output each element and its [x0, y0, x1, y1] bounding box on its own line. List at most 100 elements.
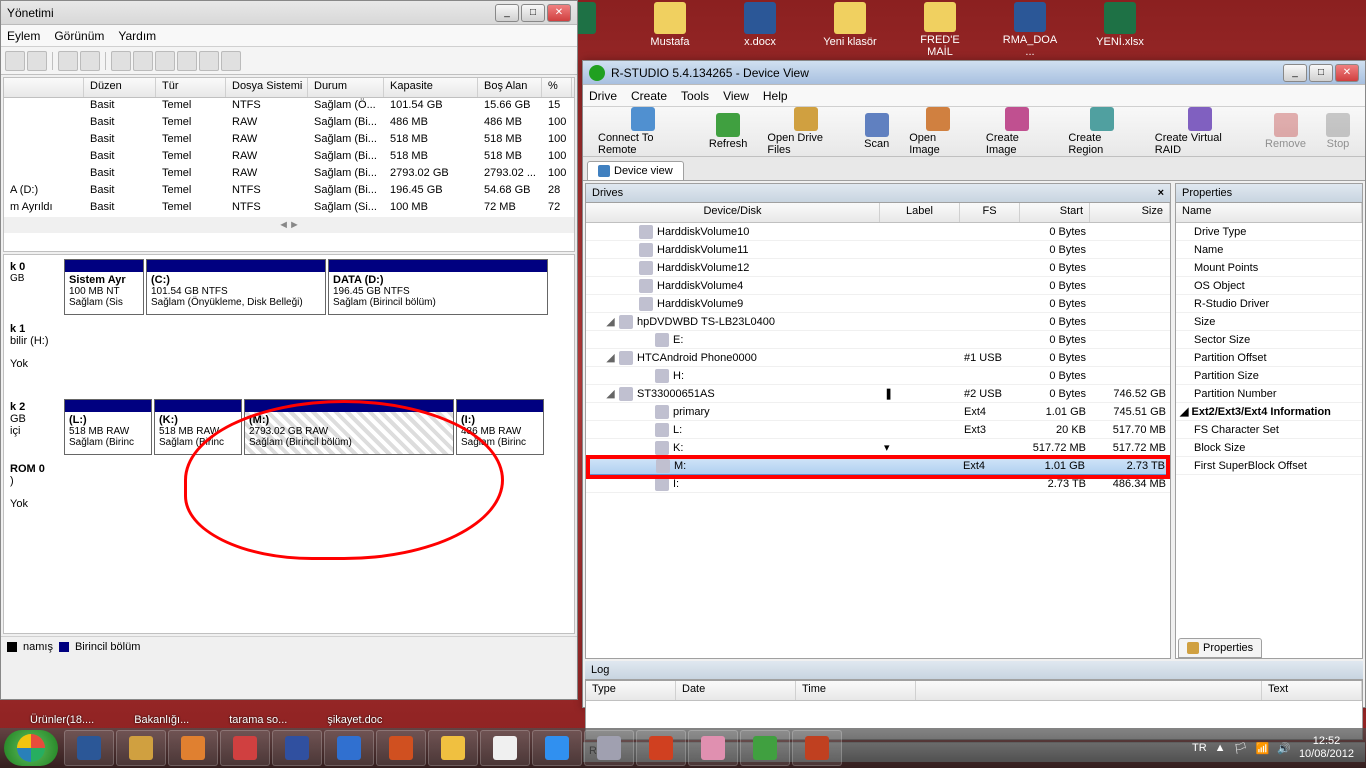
property-row[interactable]: Partition Number — [1176, 385, 1362, 403]
drive-row[interactable]: M:Ext41.01 GB2.73 TB — [586, 457, 1170, 475]
property-row[interactable]: ◢ Ext2/Ext3/Ext4 Information — [1176, 403, 1362, 421]
maximize-button[interactable]: □ — [1309, 64, 1333, 82]
menu-item[interactable]: Görünüm — [54, 29, 104, 43]
tab-device-view[interactable]: Device view — [587, 161, 684, 180]
column-header[interactable]: Date — [676, 681, 796, 700]
menu-item[interactable]: Drive — [589, 89, 617, 103]
column-header[interactable]: Düzen — [84, 78, 156, 97]
table-row[interactable]: m AyrıldıBasitTemelNTFSSağlam (Si...100 … — [4, 200, 574, 217]
property-row[interactable]: Block Size — [1176, 439, 1362, 457]
language-indicator[interactable]: TR — [1192, 742, 1207, 754]
close-icon[interactable]: × — [1158, 187, 1164, 199]
drive-row[interactable]: HarddiskVolume90 Bytes — [586, 295, 1170, 313]
taskbar-item[interactable] — [116, 730, 166, 766]
column-header[interactable]: Type — [586, 681, 676, 700]
desktop-icon[interactable]: RMA_DOA ... — [1000, 2, 1060, 58]
column-header[interactable] — [4, 78, 84, 97]
drive-row[interactable]: HarddiskVolume40 Bytes — [586, 277, 1170, 295]
toolbar-icon[interactable] — [111, 51, 131, 71]
drive-row[interactable]: ◢ST33000651AS❚#2 USB0 Bytes746.52 GB — [586, 385, 1170, 403]
drive-row[interactable]: HarddiskVolume120 Bytes — [586, 259, 1170, 277]
property-row[interactable]: First SuperBlock Offset — [1176, 457, 1362, 475]
property-row[interactable]: R-Studio Driver — [1176, 295, 1362, 313]
table-row[interactable]: BasitTemelRAWSağlam (Bi...2793.02 GB2793… — [4, 166, 574, 183]
toolbar-icon[interactable] — [133, 51, 153, 71]
drive-row[interactable]: I:2.73 TB486.34 MB — [586, 475, 1170, 493]
taskbar-item[interactable] — [428, 730, 478, 766]
toolbar-icon[interactable] — [5, 51, 25, 71]
toolbar-button[interactable]: Open Image — [900, 104, 975, 159]
taskbar-item[interactable] — [220, 730, 270, 766]
clock[interactable]: 12:52 10/08/2012 — [1299, 735, 1354, 761]
property-row[interactable]: Partition Offset — [1176, 349, 1362, 367]
properties-tab[interactable]: Properties — [1178, 638, 1262, 658]
property-row[interactable]: Drive Type — [1176, 223, 1362, 241]
toolbar-icon[interactable] — [58, 51, 78, 71]
partition[interactable]: (M:)2793.02 GB RAWSağlam (Birincil bölüm… — [244, 399, 454, 455]
column-header[interactable]: Kapasite — [384, 78, 478, 97]
taskbar-item[interactable] — [324, 730, 374, 766]
column-header[interactable]: Time — [796, 681, 916, 700]
toolbar-icon[interactable] — [80, 51, 100, 71]
scrollbar[interactable] — [4, 217, 574, 233]
desktop-icon[interactable]: x.docx — [730, 2, 790, 58]
drive-row[interactable]: HarddiskVolume110 Bytes — [586, 241, 1170, 259]
close-button[interactable]: ✕ — [547, 4, 571, 22]
property-row[interactable]: Partition Size — [1176, 367, 1362, 385]
property-row[interactable]: OS Object — [1176, 277, 1362, 295]
taskbar-item[interactable] — [688, 730, 738, 766]
taskbar-item[interactable] — [740, 730, 790, 766]
taskbar-item[interactable] — [792, 730, 842, 766]
flag-icon[interactable]: 🏳 — [1234, 742, 1248, 755]
start-button[interactable] — [4, 730, 58, 766]
system-tray[interactable]: TR ▲ 🏳 📶 🔊 12:52 10/08/2012 — [1192, 735, 1362, 761]
table-row[interactable]: BasitTemelRAWSağlam (Bi...518 MB518 MB10… — [4, 149, 574, 166]
toolbar-icon[interactable] — [221, 51, 241, 71]
drive-row[interactable]: primaryExt41.01 GB745.51 GB — [586, 403, 1170, 421]
drive-row[interactable]: H:0 Bytes — [586, 367, 1170, 385]
menu-item[interactable]: View — [723, 89, 749, 103]
column-header[interactable]: Start — [1020, 203, 1090, 222]
column-header[interactable]: Text — [1262, 681, 1362, 700]
drive-row[interactable]: K:▾517.72 MB517.72 MB — [586, 439, 1170, 457]
property-row[interactable]: Sector Size — [1176, 331, 1362, 349]
taskbar-item[interactable] — [376, 730, 426, 766]
property-row[interactable]: Mount Points — [1176, 259, 1362, 277]
partition[interactable]: DATA (D:)196.45 GB NTFSSağlam (Birincil … — [328, 259, 548, 315]
table-row[interactable]: BasitTemelRAWSağlam (Bi...486 MB486 MB10… — [4, 115, 574, 132]
property-row[interactable]: FS Character Set — [1176, 421, 1362, 439]
table-row[interactable]: BasitTemelRAWSağlam (Bi...518 MB518 MB10… — [4, 132, 574, 149]
taskbar-item[interactable] — [272, 730, 322, 766]
column-header[interactable]: Size — [1090, 203, 1170, 222]
drive-row[interactable]: ◢HTCAndroid Phone0000#1 USB0 Bytes — [586, 349, 1170, 367]
menu-item[interactable]: Yardım — [118, 29, 156, 43]
table-row[interactable]: BasitTemelNTFSSağlam (Ö...101.54 GB15.66… — [4, 98, 574, 115]
close-button[interactable]: ✕ — [1335, 64, 1359, 82]
partition[interactable]: (L:)518 MB RAWSağlam (Birinc — [64, 399, 152, 455]
menu-item[interactable]: Help — [763, 89, 788, 103]
toolbar-button[interactable]: Scan — [855, 110, 898, 153]
taskbar-item[interactable] — [532, 730, 582, 766]
menu-item[interactable]: Create — [631, 89, 667, 103]
property-row[interactable]: Size — [1176, 313, 1362, 331]
partition[interactable]: (C:)101.54 GB NTFSSağlam (Önyükleme, Dis… — [146, 259, 326, 315]
drive-row[interactable]: L:Ext320 KB517.70 MB — [586, 421, 1170, 439]
drive-row[interactable]: HarddiskVolume100 Bytes — [586, 223, 1170, 241]
toolbar-icon[interactable] — [27, 51, 47, 71]
toolbar-icon[interactable] — [177, 51, 197, 71]
column-header[interactable]: FS — [960, 203, 1020, 222]
volume-icon[interactable]: 🔊 — [1277, 742, 1291, 755]
toolbar-button[interactable]: Connect To Remote — [589, 104, 698, 159]
desktop-icon[interactable]: Mustafa — [640, 2, 700, 58]
desktop-icon[interactable]: YENİ.xlsx — [1090, 2, 1150, 58]
titlebar[interactable]: Yönetimi _ □ ✕ — [1, 1, 577, 25]
minimize-button[interactable]: _ — [495, 4, 519, 22]
column-header[interactable] — [916, 681, 1262, 700]
minimize-button[interactable]: _ — [1283, 64, 1307, 82]
column-header[interactable]: Label — [880, 203, 960, 222]
menu-item[interactable]: Eylem — [7, 29, 40, 43]
taskbar-item[interactable] — [636, 730, 686, 766]
partition[interactable]: (K:)518 MB RAWSağlam (Birinc — [154, 399, 242, 455]
taskbar-item[interactable] — [64, 730, 114, 766]
taskbar-item[interactable] — [168, 730, 218, 766]
